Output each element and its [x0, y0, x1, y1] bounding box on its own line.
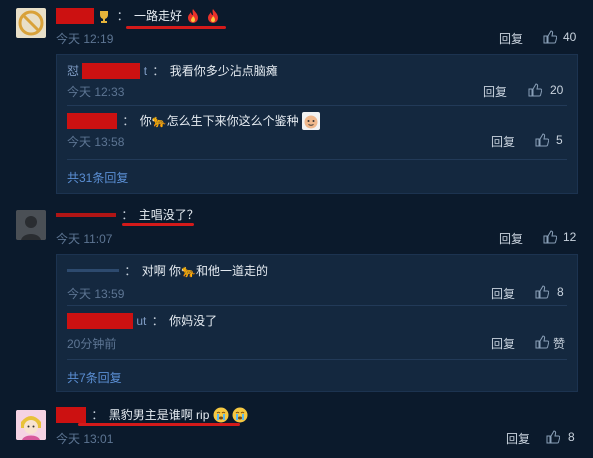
thumbs-up-icon[interactable]	[543, 30, 557, 44]
highlight-underline	[78, 423, 240, 426]
thumbs-up-icon[interactable]	[535, 335, 549, 349]
reply-button[interactable]: 回复	[506, 430, 530, 447]
reply-header: 怼 t ： 我看你多少沾点脑瘫	[67, 61, 278, 79]
thumbs-up-icon[interactable]	[543, 230, 557, 244]
colon: ：	[152, 63, 165, 78]
view-all-replies-link[interactable]: 共7条回复	[67, 369, 122, 386]
view-all-replies-link[interactable]: 共31条回复	[67, 169, 128, 186]
like-count: 40	[563, 30, 577, 44]
thumbs-up-icon[interactable]	[535, 285, 549, 299]
avatar[interactable]	[16, 410, 46, 440]
reply-button[interactable]: 回复	[499, 230, 523, 247]
comment-header: ： 主唱没了？	[56, 205, 199, 223]
divider	[67, 305, 567, 306]
comment-3: ： 黑豹男主是谁啊 rip 今天 13:01 回复 8	[0, 402, 593, 458]
fire-icon	[188, 8, 199, 23]
crying-emoji-icon	[213, 407, 229, 423]
redacted-username	[56, 406, 86, 423]
colon: ：	[124, 263, 137, 278]
like-count: 20	[550, 83, 564, 97]
reply-item: ut ： 你妈没了 20分钟前 回复 赞	[67, 311, 567, 351]
reply-header: ： 对啊 你🐆和他一道走的	[67, 261, 268, 279]
reply-item: ： 对啊 你🐆和他一道走的 今天 13:59 回复 8	[67, 261, 567, 301]
reply-username-suffix[interactable]: ut	[136, 314, 146, 328]
divider	[67, 105, 567, 106]
colon: ：	[122, 113, 135, 128]
redacted-username	[82, 62, 141, 79]
redacted-username	[56, 212, 116, 217]
timestamp: 今天 13:59	[67, 287, 125, 301]
colon: ：	[116, 8, 129, 23]
comment-text: 黑豹男主是谁啊 rip	[108, 407, 210, 422]
like-count: 8	[568, 430, 575, 444]
trophy-badge-icon	[100, 10, 109, 23]
redacted-username	[67, 312, 133, 329]
like-count: 5	[556, 133, 563, 147]
colon: ：	[151, 313, 164, 328]
timestamp: 今天 12:33	[67, 85, 125, 99]
colon: ：	[91, 407, 104, 422]
divider	[67, 359, 567, 360]
avatar[interactable]	[16, 210, 46, 240]
like-button-label[interactable]: 赞	[553, 335, 565, 352]
highlight-underline	[122, 223, 194, 226]
comment-text: 主唱没了？	[138, 207, 199, 222]
timestamp: 今天 11:07	[56, 232, 113, 246]
redacted-username	[67, 112, 117, 129]
like-count: 8	[557, 285, 564, 299]
reply-text: 我看你多少沾点脑瘫	[169, 63, 278, 78]
reply-button[interactable]: 回复	[491, 285, 515, 302]
thumbs-up-icon[interactable]	[546, 430, 560, 444]
comment-header: ： 一路走好	[56, 6, 221, 24]
avatar[interactable]	[16, 8, 46, 38]
crying-emoji-icon	[232, 407, 248, 423]
reply-item: 怼 t ： 我看你多少沾点脑瘫 今天 12:33 回复 20	[67, 61, 567, 101]
comment-2: ： 主唱没了？ 今天 11:07 回复 12 ： 对啊 你🐆和他一道走的 今天 …	[0, 200, 593, 400]
timestamp: 今天 13:58	[67, 135, 125, 149]
thumbs-up-icon[interactable]	[535, 133, 549, 147]
replies-panel: ： 对啊 你🐆和他一道走的 今天 13:59 回复 8 ut ： 你妈没了 20…	[56, 254, 578, 392]
reply-header: ： 你🐆怎么生下来你这么个鉴种	[67, 111, 320, 130]
highlight-underline	[126, 26, 226, 29]
divider	[67, 159, 567, 160]
reply-item: ： 你🐆怎么生下来你这么个鉴种 今天 13:58 回复 5	[67, 111, 567, 151]
reply-text: 你🐆怎么生下来你这么个鉴种	[139, 113, 299, 128]
comment-1: ： 一路走好 今天 12:19 回复 40 怼 t ： 我看你多少沾点脑瘫 今天…	[0, 0, 593, 195]
thumbs-up-icon[interactable]	[528, 83, 542, 97]
reply-button[interactable]: 回复	[483, 83, 507, 100]
reply-username-suffix[interactable]: t	[144, 64, 147, 78]
timestamp: 20分钟前	[67, 337, 117, 351]
comment-header: ： 黑豹男主是谁啊 rip	[56, 405, 248, 423]
like-count: 12	[563, 230, 577, 244]
reply-button[interactable]: 回复	[491, 133, 515, 150]
reply-button[interactable]: 回复	[499, 30, 523, 47]
reply-text: 你妈没了	[169, 313, 218, 328]
redacted-username	[67, 269, 119, 273]
timestamp: 今天 12:19	[56, 32, 114, 46]
colon: ：	[121, 207, 134, 222]
reply-button[interactable]: 回复	[491, 335, 515, 352]
reply-text: 对啊 你🐆和他一道走的	[141, 263, 268, 278]
timestamp: 今天 13:01	[56, 432, 114, 446]
reply-username-prefix[interactable]: 怼	[67, 64, 79, 78]
reply-header: ut ： 你妈没了	[67, 311, 217, 329]
fire-icon	[207, 8, 218, 23]
comment-text: 一路走好	[134, 8, 183, 23]
redacted-username	[56, 7, 94, 24]
replies-panel: 怼 t ： 我看你多少沾点脑瘫 今天 12:33 回复 20 ： 你🐆怎么生下来…	[56, 54, 578, 194]
face-emoji-icon	[302, 111, 320, 130]
